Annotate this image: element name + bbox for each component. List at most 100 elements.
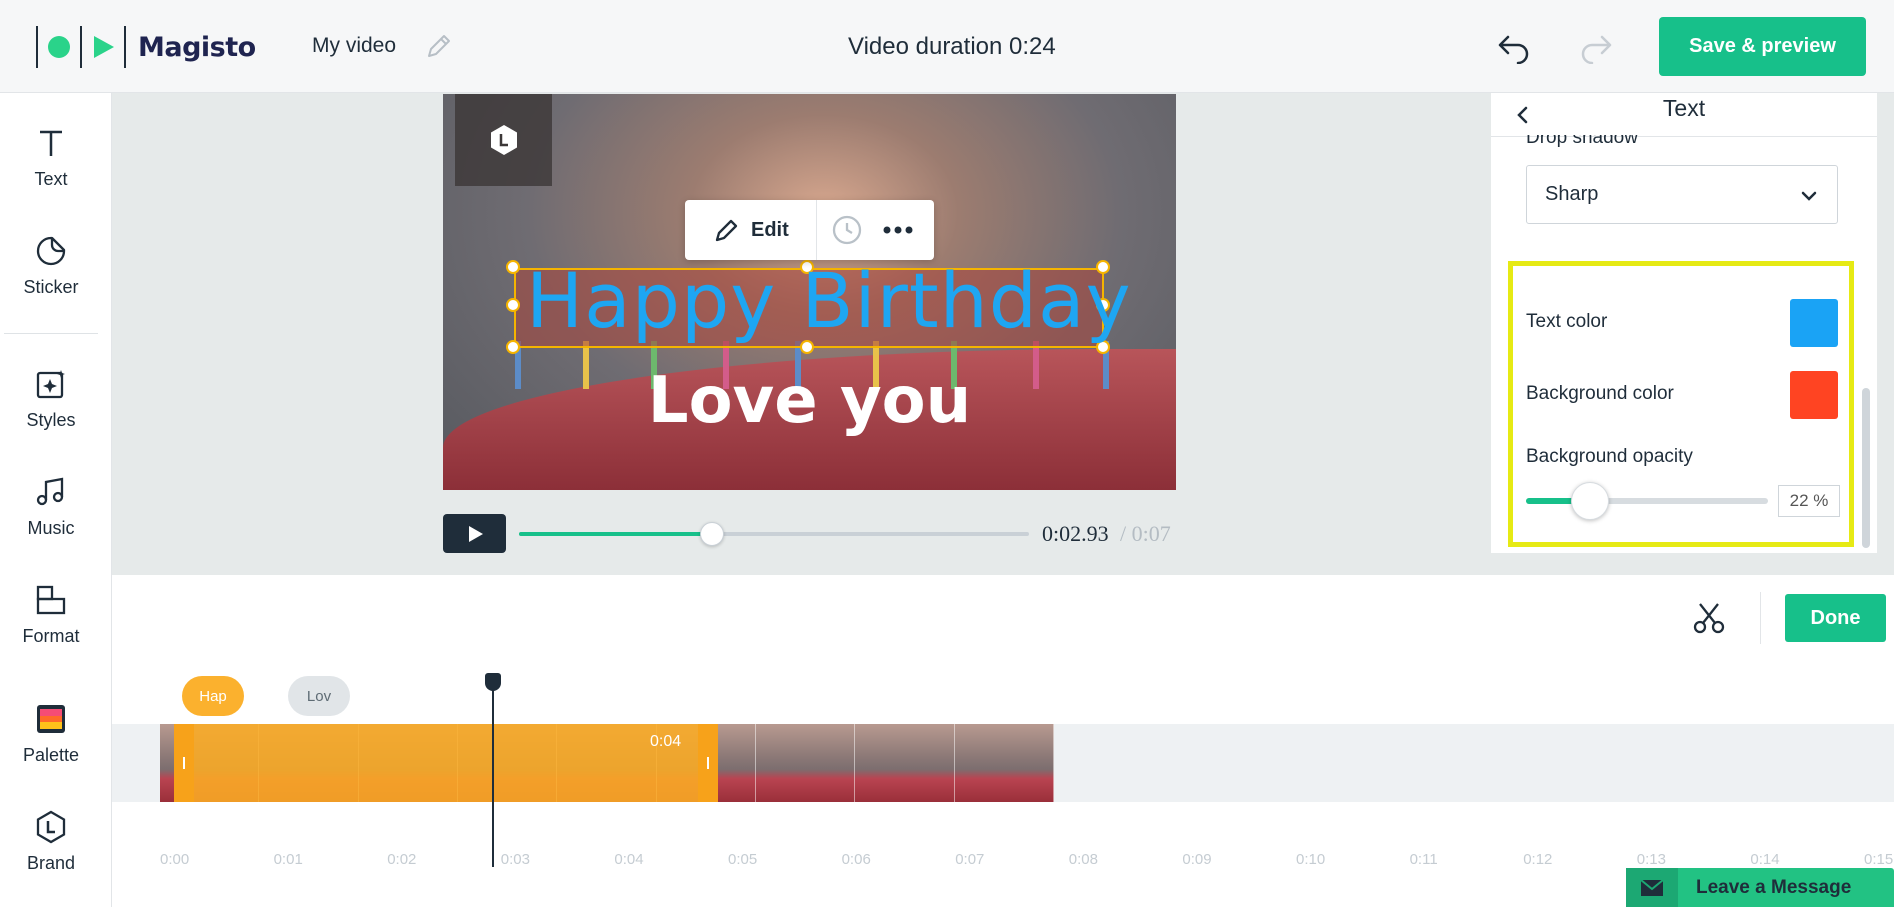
opacity-value: 22 [1789,491,1809,510]
logo-bar [124,26,126,68]
video-thumbnail [954,724,1054,802]
ruler-tick-label: 0:01 [273,851,303,868]
brand-watermark-icon [455,94,552,186]
format-icon [33,582,69,618]
logo-bar [36,26,38,68]
text-edit-toolbar: Edit [685,200,934,260]
tool-label: Sticker [23,277,79,297]
selected-text-clip[interactable] [174,724,718,802]
playhead[interactable] [492,685,494,867]
ruler-tick-label: 0:14 [1750,851,1780,868]
background-opacity-label: Background opacity [1526,446,1693,467]
text-settings-panel: Text Drop shadow Sharp Text color Backgr… [1491,93,1877,553]
pencil-icon[interactable] [424,31,454,61]
tool-styles[interactable]: Styles [0,366,102,431]
video-thumbnail [755,724,856,802]
video-duration: Video duration 0:24 [848,33,1056,60]
ruler-tick-label: 0:11 [1409,851,1438,868]
brand-name: Magisto [138,31,256,63]
ruler-tick-label: 0:04 [614,851,644,868]
play-icon [468,525,483,542]
drop-shadow-value: Sharp [1545,183,1599,205]
edit-button[interactable]: Edit [685,200,817,260]
ruler-tick-label: 0:13 [1636,851,1666,868]
tool-label: Text [34,169,68,189]
chevron-down-icon [1801,191,1817,201]
top-bar: Magisto My video Video duration 0:24 Sav… [0,0,1894,93]
logo-play-icon [94,36,114,58]
save-preview-button[interactable]: Save & preview [1659,17,1866,76]
opacity-input[interactable]: 22 % [1778,485,1840,517]
drop-shadow-select[interactable]: Sharp [1526,165,1838,224]
video-thumbnail [855,724,955,802]
tool-text[interactable]: Text [0,125,102,190]
tool-palette[interactable]: Palette [0,701,102,766]
panel-title: Text [1662,95,1706,121]
tool-sticker[interactable]: Sticker [0,233,102,298]
panel-scrollbar[interactable] [1862,388,1870,548]
ruler-tick-label: 0:03 [500,851,530,868]
ruler-tick-label: 0:05 [728,851,758,868]
panel-header: Text [1491,93,1877,137]
playback-progress [519,532,711,536]
resize-handle[interactable] [506,340,520,354]
ruler-tick-label: 0:12 [1523,851,1553,868]
tool-label: Brand [26,853,76,873]
ruler-tick-label: 0:02 [387,851,417,868]
total-time: / 0:07 [1120,521,1171,546]
tool-label: Styles [26,410,76,430]
drop-shadow-label: Drop shadow [1526,135,1638,147]
opacity-slider-knob[interactable] [1571,482,1609,520]
clip-trim-handle-left[interactable] [183,757,185,769]
clip-trim-handle-right[interactable] [707,757,709,769]
edit-label: Edit [751,218,789,241]
undo-icon[interactable] [1496,30,1532,64]
resize-handle[interactable] [506,260,520,274]
leave-message-button[interactable]: Leave a Message [1626,868,1894,907]
scissors-icon[interactable] [1691,600,1727,636]
timeline-divider [1760,592,1761,644]
logo-dot-icon [48,36,70,58]
current-time: 0:02.93 [1042,521,1109,546]
resize-handle[interactable] [506,298,520,312]
leave-message-label: Leave a Message [1696,876,1852,898]
text-color-swatch[interactable] [1790,299,1838,347]
ruler-tick-label: 0:06 [841,851,871,868]
text-color-label: Text color [1526,311,1608,332]
clip-duration: 0:04 [650,733,682,750]
background-color-label: Background color [1526,383,1674,404]
palette-icon [33,701,69,737]
secondary-text-overlay[interactable]: Love you [443,364,1176,438]
ruler-tick-label: 0:15 [1864,851,1894,868]
text-clip-label[interactable]: Hap [182,676,244,716]
logo-bar [80,26,82,68]
background-color-swatch[interactable] [1790,371,1838,419]
text-clip-label[interactable]: Lov [288,676,350,716]
brand-icon [33,809,69,845]
more-options-icon[interactable] [883,226,913,234]
tool-format[interactable]: Format [0,582,102,647]
tool-brand[interactable]: Brand [0,809,102,874]
tool-label: Palette [22,745,80,765]
ruler-tick-label: 0:09 [1182,851,1212,868]
main-text-overlay[interactable]: Happy Birthday [526,256,1131,345]
tool-label: Music [27,518,75,538]
toolbar-divider [4,333,98,334]
styles-icon [33,366,69,402]
play-button[interactable] [443,514,506,553]
done-button[interactable]: Done [1785,594,1886,642]
text-icon [33,125,69,161]
redo-icon[interactable] [1578,30,1614,64]
envelope-icon [1626,868,1678,907]
magisto-logo[interactable]: Magisto [36,26,256,68]
music-icon [33,474,69,510]
ruler-tick-label: 0:07 [955,851,985,868]
video-title[interactable]: My video [312,34,396,58]
tool-music[interactable]: Music [0,474,102,539]
left-toolbar: Text Sticker Styles Music Format Palette [0,93,112,907]
scrubber-knob[interactable] [700,522,724,546]
clock-icon[interactable] [831,214,863,246]
ruler-tick-label: 0:00 [160,851,190,868]
pencil-icon [715,219,738,242]
sticker-icon [33,233,69,269]
